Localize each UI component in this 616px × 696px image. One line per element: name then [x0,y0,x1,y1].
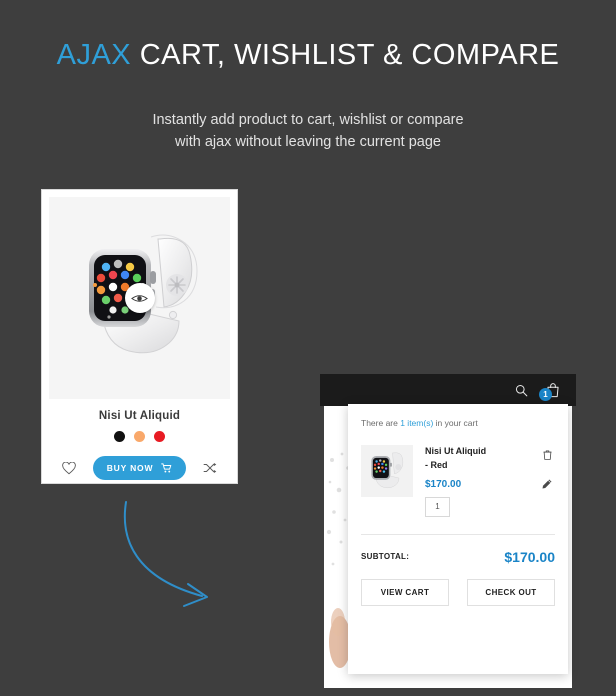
swatch-red[interactable] [154,431,165,442]
cart-action-buttons: VIEW CART CHECK OUT [361,578,555,606]
cart-item-title[interactable]: Nisi Ut Aliquid - Red [425,445,487,473]
page-subtitle: Instantly add product to cart, wishlist … [0,109,616,154]
cart-item-quantity-input[interactable] [425,496,450,517]
page-title: AJAX CART, WISHLIST & COMPARE [0,38,616,73]
eye-icon [131,294,148,302]
trash-icon [543,450,551,460]
compare-button[interactable] [202,460,218,476]
product-name: Nisi Ut Aliquid [98,410,181,422]
product-image [65,223,215,373]
product-info: Nisi Ut Aliquid BUY NOW [42,399,237,480]
heart-icon [61,461,76,474]
hero-section: AJAX CART, WISHLIST & COMPARE Instantly … [0,0,616,154]
quick-view-button[interactable] [124,283,155,313]
product-image-area [49,197,230,399]
cart-item-details: Nisi Ut Aliquid - Red $170.00 [413,445,539,517]
cart-subtotal-row: SUBTOTAL: $170.00 [361,549,555,565]
color-swatches[interactable] [42,431,237,442]
page-title-accent: AJAX [56,39,132,71]
smartwatch-thumbnail [371,452,404,489]
storefront-mockup: 1 There are 1 item(s) in your cart Nisi … [320,374,576,688]
compare-icon [203,462,217,474]
remove-item-button[interactable] [543,447,552,465]
buy-now-label: BUY NOW [106,463,154,473]
wishlist-button[interactable] [61,460,77,476]
search-button[interactable] [515,384,528,397]
cart-note-prefix: There are [361,418,401,428]
swatch-orange[interactable] [134,431,145,442]
cart-item-count-note: There are 1 item(s) in your cart [361,418,555,428]
product-card[interactable]: Nisi Ut Aliquid BUY NOW [41,189,238,484]
view-cart-button[interactable]: VIEW CART [361,578,449,606]
cart-item-thumbnail[interactable] [361,445,413,497]
subtotal-label: SUBTOTAL: [361,552,410,562]
product-actions: BUY NOW [42,456,237,480]
pencil-icon [542,479,552,489]
swatch-black[interactable] [114,431,125,442]
cart-icon [161,463,172,473]
cart-count-badge: 1 [539,388,552,401]
subtitle-line-1: Instantly add product to cart, wishlist … [152,111,464,128]
search-icon [515,384,528,396]
cart-note-suffix: in your cart [433,418,478,428]
cart-dropdown-panel: There are 1 item(s) in your cart Nisi Ut… [348,404,568,674]
mockup-topbar: 1 [320,374,576,406]
cart-item-price: $170.00 [425,478,462,490]
cart-line-item: Nisi Ut Aliquid - Red $170.00 [361,445,555,517]
cart-divider [361,533,555,535]
curved-arrow [110,492,230,622]
checkout-button[interactable]: CHECK OUT [467,578,555,606]
cart-button[interactable]: 1 [539,382,560,401]
subtitle-line-2: with ajax without leaving the current pa… [175,134,441,151]
cart-note-highlight: 1 item(s) [400,418,434,428]
curved-arrow-icon [123,501,208,607]
page-title-rest: CART, WISHLIST & COMPARE [131,39,560,71]
buy-now-button[interactable]: BUY NOW [92,456,187,480]
edit-item-button[interactable] [542,476,552,494]
subtotal-value: $170.00 [504,548,555,565]
cart-item-tools [539,445,555,517]
